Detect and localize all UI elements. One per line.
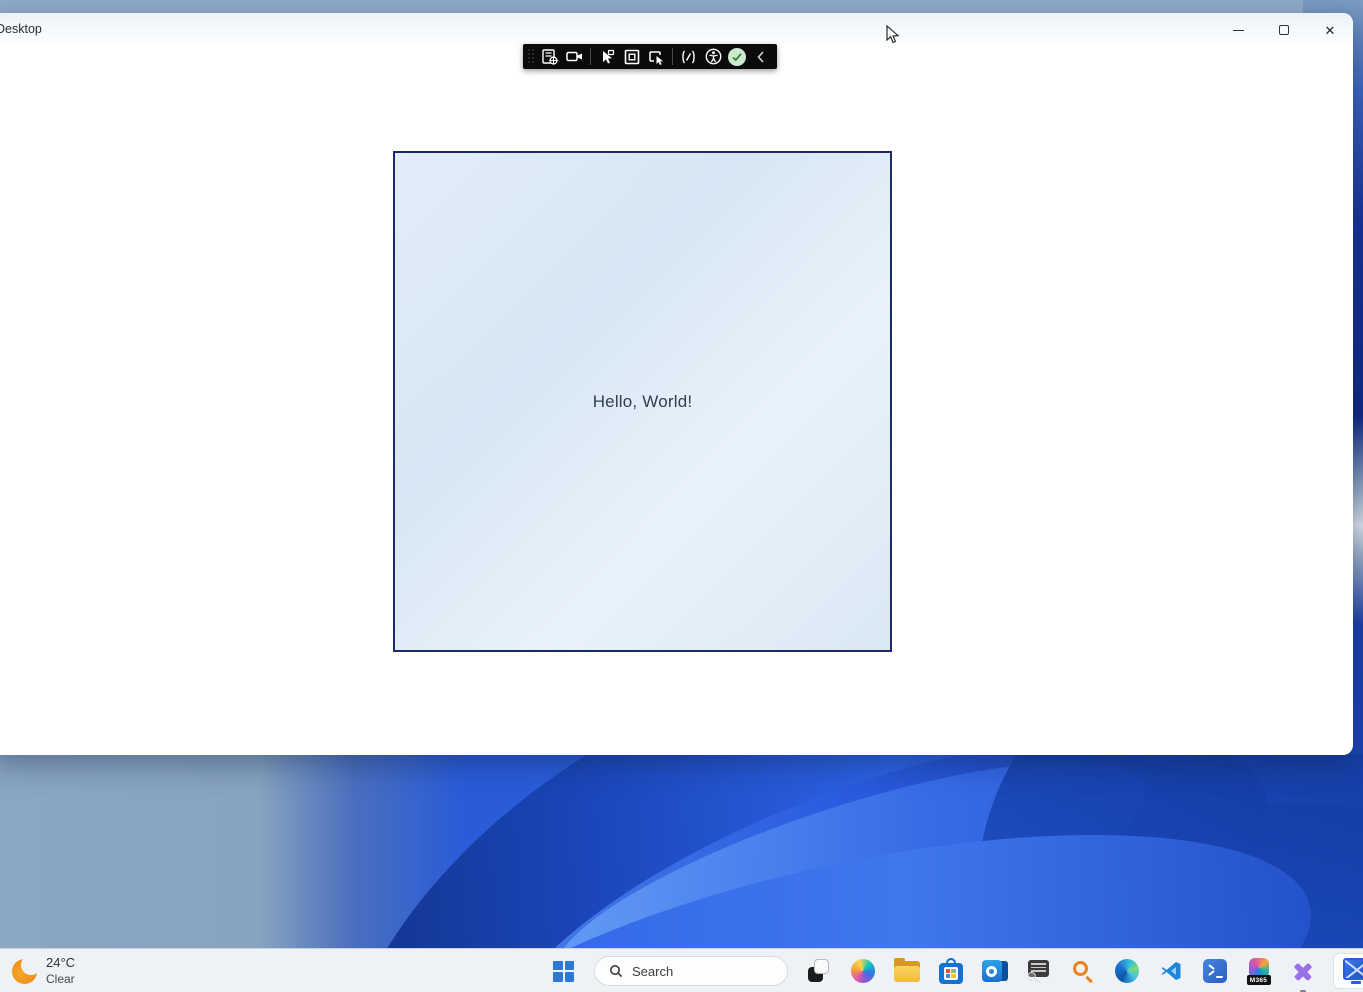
task-view-button[interactable]: [805, 956, 832, 986]
store-bag-icon: [938, 957, 963, 985]
windows-logo-icon: [553, 960, 574, 982]
folder-icon: [893, 957, 920, 982]
app-window: Desktop ✕ Hello, World!: [0, 13, 1353, 755]
taskbar: 24°C Clear Search M365: [0, 948, 1363, 992]
wallpaper-bloom: [0, 754, 1363, 948]
powershell-icon: [1202, 959, 1227, 983]
window-titlebar[interactable]: Desktop ✕: [0, 13, 1353, 47]
highlight-rectangle-button[interactable]: [621, 46, 642, 67]
tab-stops-button[interactable]: [646, 46, 667, 67]
weather-temperature: 24°C: [46, 955, 76, 971]
orange-magnifier-icon: [1071, 959, 1095, 984]
weather-widget[interactable]: 24°C Clear: [12, 952, 75, 990]
edge-button[interactable]: [1113, 956, 1140, 986]
mouse-cursor: [886, 25, 900, 44]
outlook-button[interactable]: [981, 956, 1008, 986]
start-button[interactable]: [550, 956, 577, 986]
window-title: Desktop: [0, 22, 42, 36]
accessibility-button[interactable]: [703, 46, 724, 67]
vs-code-button[interactable]: [1157, 956, 1184, 986]
toolbar-separator: [672, 48, 673, 65]
search-box[interactable]: Search: [594, 956, 788, 986]
remote-desktop-icon: [1342, 958, 1363, 980]
m365-copilot-button[interactable]: M365: [1245, 956, 1272, 986]
element-details-icon: [541, 48, 558, 65]
copilot-button[interactable]: [849, 956, 876, 986]
record-video-button[interactable]: [564, 46, 585, 67]
window-controls: ✕: [1215, 13, 1353, 47]
remote-desktop-button[interactable]: [1333, 953, 1363, 989]
m365-badge: M365: [1246, 975, 1271, 985]
crescent-moon-icon: [12, 954, 41, 984]
hello-world-text: Hello, World!: [592, 391, 693, 411]
maximize-button[interactable]: [1261, 13, 1307, 47]
microsoft-store-button[interactable]: [937, 956, 964, 986]
inspect-tool-icon: [1026, 959, 1051, 984]
cursor-icon: [602, 49, 614, 63]
powershell-button[interactable]: [1201, 956, 1228, 986]
events-icon: [682, 50, 695, 63]
copilot-icon: [850, 959, 875, 983]
close-button[interactable]: ✕: [1307, 13, 1353, 47]
weather-condition: Clear: [46, 971, 75, 986]
drag-grip-icon[interactable]: [527, 48, 535, 65]
element-details-button[interactable]: [539, 46, 560, 67]
visual-studio-button[interactable]: [1289, 956, 1316, 992]
hello-world-panel: Hello, World!: [393, 151, 892, 652]
search-placeholder: Search: [632, 963, 674, 979]
checkmark-icon: [732, 52, 742, 61]
square-in-square-icon: [624, 49, 639, 64]
search-tool-button[interactable]: [1069, 956, 1096, 986]
chevron-left-icon: [756, 50, 764, 63]
maximize-icon: [1279, 25, 1289, 35]
visual-studio-icon: [1290, 958, 1316, 984]
minimize-icon: [1232, 29, 1244, 31]
events-button[interactable]: [678, 46, 699, 67]
minimize-button[interactable]: [1215, 13, 1261, 47]
file-explorer-button[interactable]: [893, 956, 920, 986]
outlook-icon: [981, 959, 1008, 983]
collapse-toolbar-button[interactable]: [750, 46, 771, 67]
close-icon: ✕: [1324, 22, 1336, 38]
toolbar-separator: [590, 48, 591, 65]
search-icon: [610, 965, 623, 978]
taskbar-icons: Search M365: [550, 949, 1363, 992]
vs-code-icon: [1161, 962, 1180, 980]
live-inspect-button[interactable]: [596, 46, 617, 67]
floating-toolbar[interactable]: [523, 44, 777, 69]
rectangle-cursor-icon: [649, 50, 663, 65]
accessibility-person-icon: [705, 48, 722, 65]
edge-icon: [1114, 959, 1139, 983]
m365-copilot-icon: M365: [1246, 957, 1272, 985]
checks-passed-button[interactable]: [728, 47, 746, 66]
inspect-tool-button[interactable]: [1025, 956, 1052, 986]
record-video-icon: [566, 51, 582, 62]
